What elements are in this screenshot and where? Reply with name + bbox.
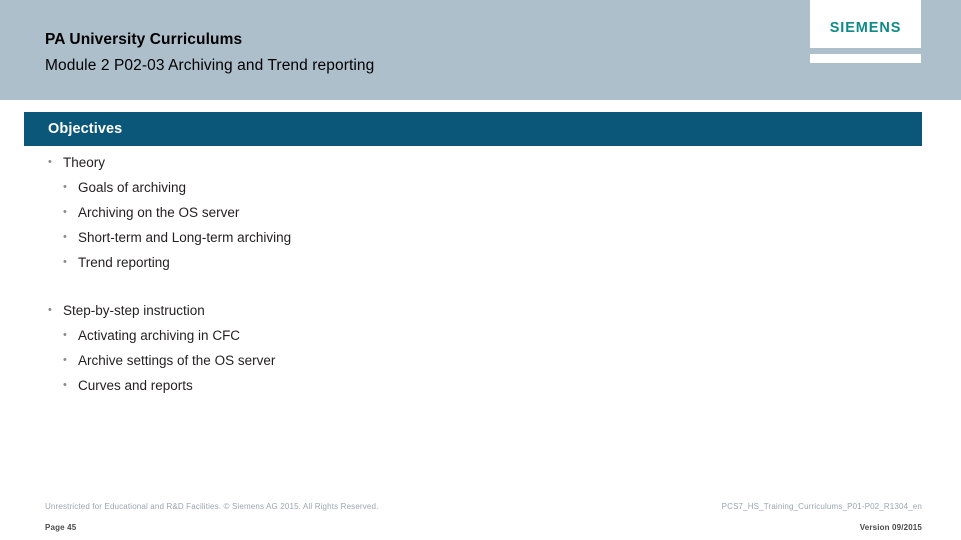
section-header-bar: Objectives (24, 112, 922, 146)
title-block: PA University Curriculums Module 2 P02-0… (45, 30, 745, 76)
section-heading: Objectives (48, 121, 123, 137)
bullet-label: Step-by-step instruction (63, 303, 205, 318)
bullet-level-2: • Short-term and Long-term archiving (0, 225, 961, 250)
bullet-marker-icon: • (63, 206, 67, 218)
bullet-label: Short-term and Long-term archiving (78, 230, 292, 245)
bullet-level-2: • Trend reporting (0, 250, 961, 275)
footer-page-number: Page 45 (45, 523, 77, 532)
bullet-label: Trend reporting (78, 255, 170, 270)
siemens-logo-wordmark: SIEMENS (829, 19, 902, 36)
footer-right: PCS7_HS_Training_Curriculums_P01-P02_R13… (722, 500, 922, 535)
bullet-label: Archiving on the OS server (78, 205, 240, 220)
bullet-marker-icon: • (63, 354, 67, 366)
bullet-level-1: • Theory (0, 150, 961, 175)
bullet-group-theory: • Theory • Goals of archiving • Archivin… (0, 150, 961, 275)
siemens-logo: SIEMENS (810, 0, 921, 48)
bullet-level-2: • Archiving on the OS server (0, 200, 961, 225)
logo-underbar (810, 54, 921, 63)
bullet-label: Activating archiving in CFC (78, 328, 241, 343)
bullet-label: Theory (63, 155, 106, 170)
page-subtitle: Module 2 P02-03 Archiving and Trend repo… (45, 57, 375, 74)
bullet-label: Curves and reports (78, 378, 193, 393)
content-area: • Theory • Goals of archiving • Archivin… (0, 150, 961, 398)
bullet-marker-icon: • (48, 156, 52, 168)
bullet-group-step-by-step: • Step-by-step instruction • Activating … (0, 298, 961, 398)
bullet-marker-icon: • (48, 304, 52, 316)
page-title: PA University Curriculums (45, 31, 243, 48)
footer-document-id: PCS7_HS_Training_Curriculums_P01-P02_R13… (721, 502, 922, 511)
bullet-level-2: • Activating archiving in CFC (0, 323, 961, 348)
bullet-label: Archive settings of the OS server (78, 353, 276, 368)
bullet-marker-icon: • (63, 329, 67, 341)
bullet-level-2: • Curves and reports (0, 373, 961, 398)
bullet-marker-icon: • (63, 231, 67, 243)
bullet-marker-icon: • (63, 256, 67, 268)
bullet-marker-icon: • (63, 181, 67, 193)
footer-copyright: Unrestricted for Educational and R&D Fac… (45, 502, 379, 511)
footer-left: Unrestricted for Educational and R&D Fac… (45, 500, 605, 535)
footer-version: Version 09/2015 (859, 523, 922, 532)
bullet-level-2: • Archive settings of the OS server (0, 348, 961, 373)
bullet-level-1: • Step-by-step instruction (0, 298, 961, 323)
slide: PA University Curriculums Module 2 P02-0… (0, 0, 961, 540)
bullet-level-2: • Goals of archiving (0, 175, 961, 200)
bullet-marker-icon: • (63, 379, 67, 391)
bullet-label: Goals of archiving (78, 180, 187, 195)
